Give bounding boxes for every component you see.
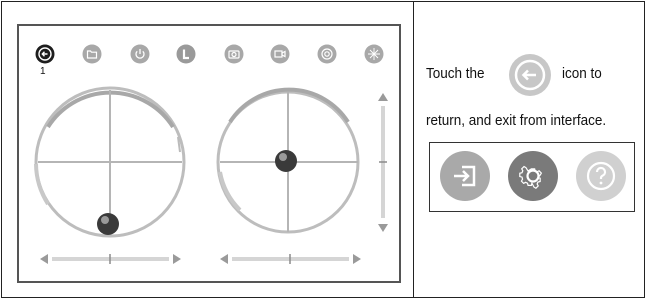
back-icon[interactable]	[35, 44, 55, 64]
right-horizontal-trim-slider[interactable]	[218, 251, 363, 272]
exit-icon[interactable]	[440, 151, 490, 201]
vertical-trim-slider[interactable]	[374, 90, 392, 240]
back-icon	[509, 54, 551, 96]
compass-icon[interactable]	[364, 44, 384, 64]
power-icon[interactable]	[130, 44, 150, 64]
camera-icon[interactable]	[224, 44, 244, 64]
right-joystick[interactable]	[210, 82, 375, 242]
folder-icon[interactable]	[82, 44, 102, 64]
gyro-icon[interactable]	[317, 44, 337, 64]
toolbar-index-label: 1	[40, 66, 46, 77]
table-divider	[413, 1, 414, 298]
help-icon[interactable]	[576, 151, 626, 201]
l-mode-icon[interactable]	[176, 44, 196, 64]
instruction-text-end: icon to	[562, 65, 602, 82]
settings-icon[interactable]	[508, 151, 558, 201]
video-icon[interactable]	[270, 44, 290, 64]
menu-buttons-box	[429, 142, 635, 212]
left-joystick[interactable]	[28, 82, 193, 242]
instruction-text-start: Touch the	[426, 65, 485, 82]
instruction-text-line2: return, and exit from interface.	[426, 112, 607, 129]
left-horizontal-trim-slider[interactable]	[38, 251, 183, 272]
